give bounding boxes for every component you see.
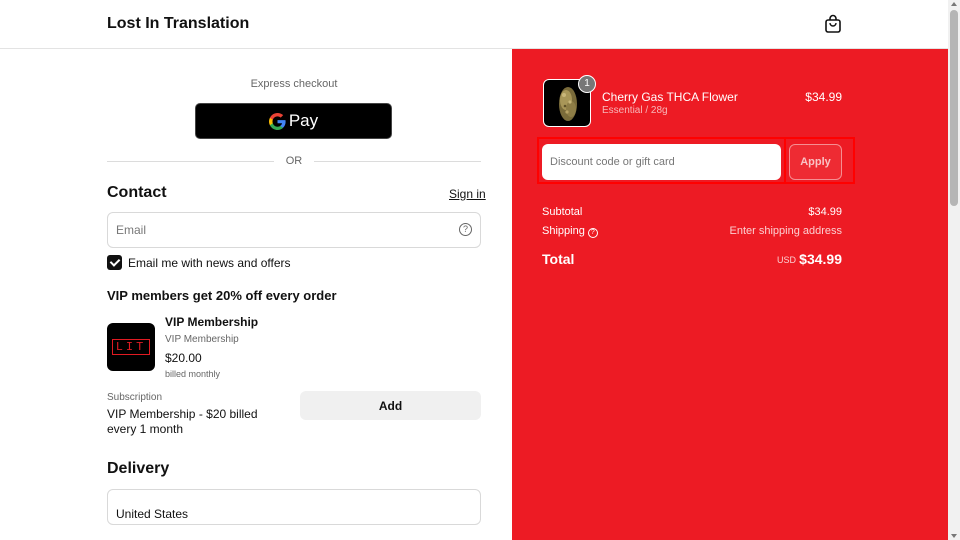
scroll-down-arrow-icon[interactable] — [951, 534, 957, 538]
subtotal-label: Subtotal — [542, 206, 583, 218]
brand-title[interactable]: Lost In Translation — [107, 15, 249, 33]
product-name: Cherry Gas THCA Flower — [602, 90, 738, 104]
shipping-label: Shipping — [542, 225, 585, 237]
shopping-bag-icon[interactable] — [824, 14, 842, 34]
scroll-up-arrow-icon[interactable] — [951, 2, 957, 6]
country-select[interactable]: United States — [107, 489, 481, 525]
vip-logo: LIT — [107, 323, 155, 371]
country-value: United States — [116, 507, 189, 521]
product-variant: Essential / 28g — [602, 105, 668, 116]
shipping-row-label: Shipping? — [542, 225, 598, 238]
vip-offer-title: VIP members get 20% off every order — [107, 288, 337, 303]
shipping-value: Enter shipping address — [729, 225, 842, 237]
product-price: $34.99 — [805, 90, 842, 104]
vip-product-subtitle: VIP Membership — [165, 334, 239, 345]
sign-in-link[interactable]: Sign in — [449, 187, 486, 201]
quantity-badge: 1 — [578, 75, 596, 93]
total-value: $34.99 — [799, 251, 842, 267]
vip-product-name: VIP Membership — [165, 315, 259, 329]
question-circle-icon[interactable]: ? — [587, 228, 598, 238]
google-pay-label: Pay — [288, 111, 319, 130]
delivery-title: Delivery — [107, 460, 170, 477]
vip-logo-text: LIT — [111, 339, 151, 355]
discount-input[interactable] — [542, 144, 781, 180]
discount-field[interactable] — [542, 144, 781, 180]
apply-button[interactable]: Apply — [789, 144, 842, 180]
divider-line — [314, 160, 481, 162]
add-vip-button[interactable]: Add — [300, 391, 481, 420]
contact-title: Contact — [107, 184, 167, 201]
newsletter-label[interactable]: Email me with news and offers — [128, 256, 291, 270]
or-label: OR — [285, 155, 303, 167]
email-field[interactable]: ? — [107, 212, 481, 248]
header: Lost In Translation — [0, 0, 948, 49]
total-label: Total — [542, 251, 575, 267]
newsletter-checkbox[interactable] — [107, 255, 122, 270]
subscription-description: VIP Membership - $20 billed every 1 mont… — [107, 407, 258, 436]
vip-billing-note: billed monthly — [165, 369, 221, 379]
email-input[interactable] — [108, 213, 480, 247]
scrollbar-thumb[interactable] — [950, 10, 958, 206]
google-g-icon — [268, 112, 286, 130]
order-summary: 1 Cherry Gas THCA Flower Essential / 28g… — [512, 49, 948, 540]
page-scrollbar[interactable] — [948, 0, 960, 540]
or-divider: OR — [107, 154, 481, 168]
subtotal-value: $34.99 — [808, 206, 842, 218]
vip-product-price: $20.00 — [165, 351, 202, 365]
subscription-label: Subscription — [107, 392, 163, 403]
express-checkout-label: Express checkout — [250, 78, 338, 90]
google-pay-button[interactable]: Pay — [195, 103, 392, 139]
checkout-form: Express checkout Pay OR Contact Sign in … — [0, 49, 512, 540]
currency-code: USD — [776, 255, 796, 265]
divider-line — [107, 160, 274, 162]
question-circle-icon[interactable]: ? — [459, 223, 472, 236]
